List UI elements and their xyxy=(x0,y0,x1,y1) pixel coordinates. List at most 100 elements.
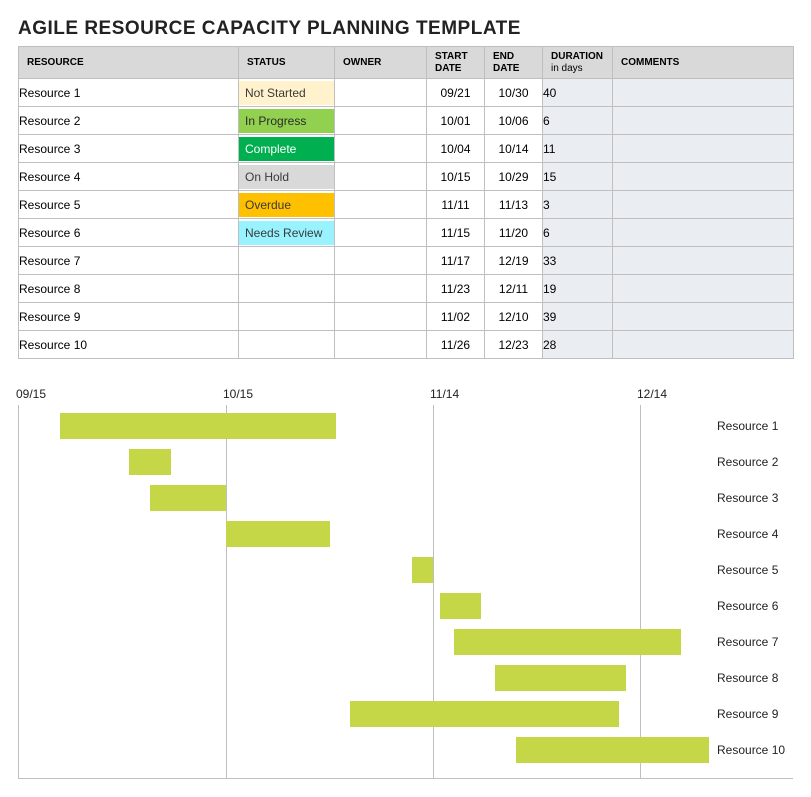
cell-end-date[interactable]: 10/29 xyxy=(485,163,543,191)
cell-end-date[interactable]: 11/20 xyxy=(485,219,543,247)
table-row[interactable]: Resource 9 11/0212/1039 xyxy=(19,303,794,331)
cell-duration[interactable]: 19 xyxy=(543,275,613,303)
cell-start-date[interactable]: 10/01 xyxy=(427,107,485,135)
cell-end-date[interactable]: 10/06 xyxy=(485,107,543,135)
cell-end-date[interactable]: 10/30 xyxy=(485,79,543,107)
gantt-bar[interactable] xyxy=(440,593,481,619)
cell-status[interactable]: In Progress xyxy=(239,107,335,135)
cell-start-date[interactable]: 10/04 xyxy=(427,135,485,163)
cell-owner[interactable] xyxy=(335,135,427,163)
cell-duration[interactable]: 6 xyxy=(543,219,613,247)
table-row[interactable]: Resource 3Complete 10/0410/1411 xyxy=(19,135,794,163)
cell-duration[interactable]: 33 xyxy=(543,247,613,275)
cell-status[interactable]: Needs Review xyxy=(239,219,335,247)
cell-end-date[interactable]: 12/10 xyxy=(485,303,543,331)
status-badge: Overdue xyxy=(239,193,334,217)
gantt-bar[interactable] xyxy=(129,449,170,475)
cell-owner[interactable] xyxy=(335,219,427,247)
gantt-tick-label: 10/15 xyxy=(223,387,253,401)
cell-comments[interactable] xyxy=(613,275,794,303)
table-row[interactable]: Resource 6Needs Review 11/1511/206 xyxy=(19,219,794,247)
cell-status[interactable]: Complete xyxy=(239,135,335,163)
gantt-bar[interactable] xyxy=(495,665,626,691)
gantt-bar[interactable] xyxy=(226,521,330,547)
cell-start-date[interactable]: 11/15 xyxy=(427,219,485,247)
cell-resource[interactable]: Resource 9 xyxy=(19,303,239,331)
col-status: STATUS xyxy=(239,47,335,79)
cell-resource[interactable]: Resource 3 xyxy=(19,135,239,163)
gantt-bar[interactable] xyxy=(454,629,682,655)
cell-owner[interactable] xyxy=(335,303,427,331)
cell-start-date[interactable]: 11/26 xyxy=(427,331,485,359)
cell-resource[interactable]: Resource 6 xyxy=(19,219,239,247)
cell-start-date[interactable]: 11/17 xyxy=(427,247,485,275)
cell-comments[interactable] xyxy=(613,163,794,191)
gantt-row-label: Resource 6 xyxy=(717,599,778,613)
cell-status[interactable] xyxy=(239,331,335,359)
cell-start-date[interactable]: 11/23 xyxy=(427,275,485,303)
cell-owner[interactable] xyxy=(335,107,427,135)
cell-resource[interactable]: Resource 7 xyxy=(19,247,239,275)
cell-comments[interactable] xyxy=(613,191,794,219)
cell-start-date[interactable]: 11/11 xyxy=(427,191,485,219)
gantt-bar[interactable] xyxy=(412,557,433,583)
cell-status[interactable] xyxy=(239,303,335,331)
gantt-row: Resource 3 xyxy=(19,485,709,511)
cell-owner[interactable] xyxy=(335,331,427,359)
gantt-tick-label: 09/15 xyxy=(16,387,46,401)
cell-duration[interactable]: 6 xyxy=(543,107,613,135)
gantt-bar[interactable] xyxy=(60,413,336,439)
table-row[interactable]: Resource 10 11/2612/2328 xyxy=(19,331,794,359)
gantt-bar[interactable] xyxy=(150,485,226,511)
gantt-row-label: Resource 9 xyxy=(717,707,778,721)
cell-start-date[interactable]: 09/21 xyxy=(427,79,485,107)
col-duration-label: DURATION xyxy=(551,51,603,62)
cell-resource[interactable]: Resource 1 xyxy=(19,79,239,107)
cell-resource[interactable]: Resource 10 xyxy=(19,331,239,359)
table-row[interactable]: Resource 8 11/2312/1119 xyxy=(19,275,794,303)
cell-owner[interactable] xyxy=(335,275,427,303)
col-duration: DURATION in days xyxy=(543,47,613,79)
cell-owner[interactable] xyxy=(335,191,427,219)
cell-duration[interactable]: 3 xyxy=(543,191,613,219)
gantt-bar[interactable] xyxy=(350,701,619,727)
cell-comments[interactable] xyxy=(613,219,794,247)
cell-comments[interactable] xyxy=(613,247,794,275)
table-row[interactable]: Resource 5Overdue 11/1111/133 xyxy=(19,191,794,219)
cell-resource[interactable]: Resource 4 xyxy=(19,163,239,191)
cell-status[interactable]: Overdue xyxy=(239,191,335,219)
table-row[interactable]: Resource 7 11/1712/1933 xyxy=(19,247,794,275)
cell-duration[interactable]: 39 xyxy=(543,303,613,331)
cell-end-date[interactable]: 12/23 xyxy=(485,331,543,359)
cell-end-date[interactable]: 10/14 xyxy=(485,135,543,163)
cell-start-date[interactable]: 11/02 xyxy=(427,303,485,331)
cell-duration[interactable]: 28 xyxy=(543,331,613,359)
cell-duration[interactable]: 40 xyxy=(543,79,613,107)
table-row[interactable]: Resource 4On Hold 10/1510/2915 xyxy=(19,163,794,191)
cell-start-date[interactable]: 10/15 xyxy=(427,163,485,191)
cell-status[interactable] xyxy=(239,247,335,275)
cell-status[interactable] xyxy=(239,275,335,303)
cell-end-date[interactable]: 11/13 xyxy=(485,191,543,219)
table-row[interactable]: Resource 1Not Started 09/2110/3040 xyxy=(19,79,794,107)
cell-resource[interactable]: Resource 5 xyxy=(19,191,239,219)
cell-duration[interactable]: 11 xyxy=(543,135,613,163)
cell-comments[interactable] xyxy=(613,107,794,135)
cell-owner[interactable] xyxy=(335,163,427,191)
cell-resource[interactable]: Resource 2 xyxy=(19,107,239,135)
cell-comments[interactable] xyxy=(613,135,794,163)
cell-comments[interactable] xyxy=(613,303,794,331)
cell-end-date[interactable]: 12/19 xyxy=(485,247,543,275)
gantt-bar[interactable] xyxy=(516,737,709,763)
table-row[interactable]: Resource 2In Progress 10/0110/066 xyxy=(19,107,794,135)
status-badge: Complete xyxy=(239,137,334,161)
cell-status[interactable]: Not Started xyxy=(239,79,335,107)
cell-owner[interactable] xyxy=(335,247,427,275)
cell-duration[interactable]: 15 xyxy=(543,163,613,191)
cell-comments[interactable] xyxy=(613,79,794,107)
cell-end-date[interactable]: 12/11 xyxy=(485,275,543,303)
cell-status[interactable]: On Hold xyxy=(239,163,335,191)
cell-comments[interactable] xyxy=(613,331,794,359)
cell-resource[interactable]: Resource 8 xyxy=(19,275,239,303)
cell-owner[interactable] xyxy=(335,79,427,107)
